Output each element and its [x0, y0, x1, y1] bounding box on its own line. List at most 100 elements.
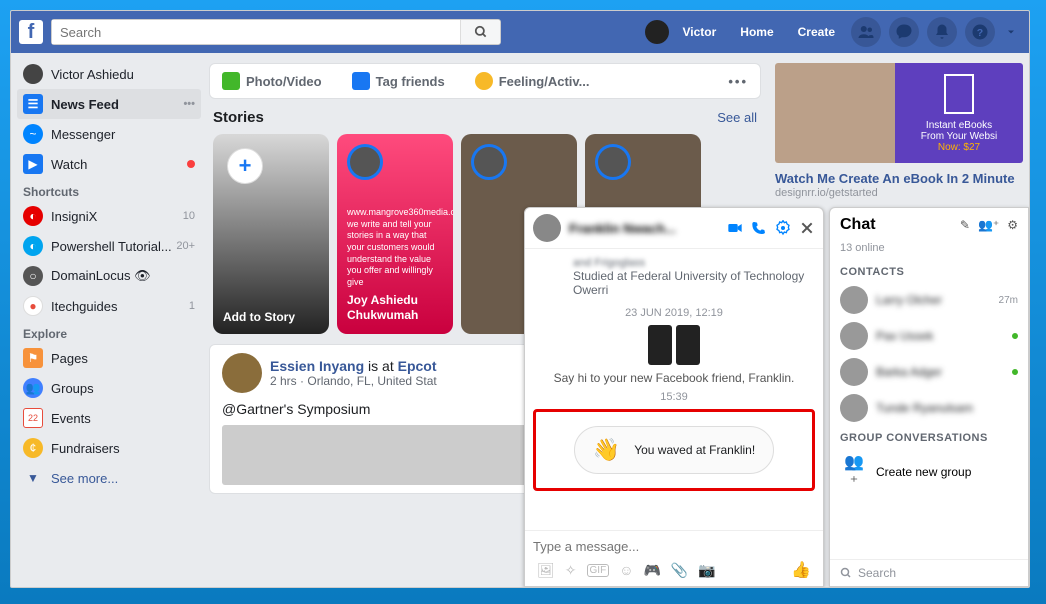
- online-dot: [1012, 369, 1018, 375]
- wave-text: You waved at Franklin!: [634, 443, 755, 457]
- create-group-button[interactable]: 👥⁺ Create new group: [830, 448, 1028, 496]
- gif-button[interactable]: GIF: [587, 564, 610, 577]
- story-avatar: [595, 144, 631, 180]
- online-count: 13 online: [830, 242, 1028, 260]
- see-all-stories-link[interactable]: See all: [717, 110, 757, 125]
- user-avatar[interactable]: [645, 20, 669, 44]
- new-group-button[interactable]: 👥⁺: [978, 218, 999, 232]
- composer-label: Feeling/Activ...: [499, 74, 590, 89]
- explore-groups[interactable]: 👥 Groups: [17, 373, 201, 403]
- shortcut-powershell[interactable]: ◐ Powershell Tutorial... 20+: [17, 231, 201, 261]
- camera-button[interactable]: 📷: [698, 562, 715, 579]
- contact-item[interactable]: Barka Adger: [830, 354, 1028, 390]
- chatbar-title: Chat: [840, 216, 960, 234]
- sidebar-item-label: See more...: [51, 471, 118, 486]
- count-badge: 1: [189, 300, 195, 312]
- profile-name-label: Victor Ashiedu: [51, 67, 134, 82]
- sidebar-messenger[interactable]: ~ Messenger: [17, 119, 201, 149]
- sidebar-watch[interactable]: ▶ Watch: [17, 149, 201, 179]
- chat-friend-avatars: [533, 325, 815, 365]
- stories-title: Stories: [213, 109, 264, 126]
- explore-events[interactable]: 22 Events: [17, 403, 201, 433]
- composer-more-button[interactable]: •••: [728, 74, 748, 89]
- see-more-link[interactable]: ▼ See more...: [17, 463, 201, 493]
- stories-header: Stories See all: [209, 109, 761, 126]
- photo-button[interactable]: 🖼: [537, 562, 555, 579]
- search-input[interactable]: [52, 20, 460, 44]
- contact-item[interactable]: Tunde Ryanulsam: [830, 390, 1028, 426]
- shortcut-itechguides[interactable]: ● Itechguides 1: [17, 291, 201, 321]
- post-author-avatar[interactable]: [222, 353, 262, 393]
- close-chat-button[interactable]: [799, 220, 815, 236]
- post-author-link[interactable]: Essien Inyang: [270, 358, 364, 374]
- home-link[interactable]: Home: [730, 25, 783, 39]
- friend-requests-button[interactable]: [851, 17, 881, 47]
- composer-label: Tag friends: [376, 74, 445, 89]
- profile-avatar-icon: [23, 64, 43, 84]
- chat-window: Franklin Nwach... and Frigoglass Studied…: [524, 207, 824, 587]
- messenger-button[interactable]: [889, 17, 919, 47]
- chat-search[interactable]: Search: [830, 559, 1028, 586]
- chat-contact-name: Franklin Nwach...: [569, 221, 727, 236]
- facebook-logo[interactable]: f: [19, 20, 43, 44]
- sidebar-profile[interactable]: Victor Ashiedu: [17, 59, 201, 89]
- sidebar-news-feed[interactable]: ☰ News Feed •••: [17, 89, 201, 119]
- contact-item[interactable]: Pax Ussek: [830, 318, 1028, 354]
- shortcut-insignix[interactable]: ◐ InsigniX 10: [17, 201, 201, 231]
- games-button[interactable]: 🎮: [643, 562, 660, 579]
- chat-profile-info: and Frigoglass Studied at Federal Univer…: [533, 257, 815, 297]
- chat-header[interactable]: Franklin Nwach...: [525, 208, 823, 249]
- settings-button[interactable]: ⚙: [1007, 218, 1018, 232]
- user-name-link[interactable]: Victor: [673, 25, 727, 39]
- explore-pages[interactable]: ⚑ Pages: [17, 343, 201, 373]
- chat-settings-button[interactable]: [775, 220, 791, 236]
- chat-input-area: 🖼 ✧ GIF ☺ 🎮 📎 📷 👍: [525, 530, 823, 586]
- post-place-link[interactable]: Epcot: [398, 358, 437, 374]
- add-to-story[interactable]: + Add to Story: [213, 134, 329, 334]
- calendar-icon: 22: [23, 408, 43, 428]
- create-link[interactable]: Create: [788, 25, 845, 39]
- ad-title-link[interactable]: Watch Me Create An eBook In 2 Minute: [775, 171, 1023, 187]
- tag-friends-button[interactable]: Tag friends: [352, 72, 445, 90]
- story-text: www.mangrove360media.com we write and te…: [347, 207, 443, 289]
- attach-button[interactable]: 📎: [671, 562, 688, 579]
- sidebar-item-label: News Feed: [51, 97, 119, 112]
- coin-icon: ¢: [23, 438, 43, 458]
- chat-contact-avatar: [533, 214, 561, 242]
- feeling-activity-button[interactable]: Feeling/Activ...: [475, 72, 590, 90]
- story-item[interactable]: www.mangrove360media.com we write and te…: [337, 134, 453, 334]
- watch-icon: ▶: [23, 154, 43, 174]
- shortcut-domainlocus[interactable]: ○ DomainLocus 👁: [17, 261, 201, 291]
- contact-name-label: Barka Adger: [876, 365, 1004, 379]
- search-button[interactable]: [460, 20, 500, 44]
- account-dropdown[interactable]: [1001, 26, 1021, 38]
- story-avatar: [347, 144, 383, 180]
- count-badge: 10: [183, 210, 195, 222]
- sticker-button[interactable]: ✧: [565, 562, 577, 579]
- emoji-button[interactable]: ☺: [619, 562, 633, 578]
- chat-messages[interactable]: and Frigoglass Studied at Federal Univer…: [525, 249, 823, 530]
- video-call-button[interactable]: [727, 220, 743, 236]
- notifications-button[interactable]: [927, 17, 957, 47]
- thumbs-up-button[interactable]: 👍: [791, 560, 811, 580]
- create-group-label: Create new group: [876, 465, 971, 479]
- compose-button[interactable]: ✎: [960, 218, 970, 232]
- contact-avatar: [840, 286, 868, 314]
- photo-video-button[interactable]: Photo/Video: [222, 72, 322, 90]
- contact-name-label: Larry Olcher: [876, 293, 991, 307]
- ad-domain: designrr.io/getstarted: [775, 187, 1023, 199]
- newsfeed-icon: ☰: [23, 94, 43, 114]
- sidebar-item-label: DomainLocus 👁: [51, 268, 151, 284]
- topbar-right: Victor Home Create ?: [635, 17, 1022, 47]
- shortcuts-heading: Shortcuts: [17, 179, 201, 201]
- options-icon[interactable]: •••: [183, 98, 195, 110]
- help-button[interactable]: ?: [965, 17, 995, 47]
- topbar: f Victor Home Create ?: [11, 11, 1029, 53]
- voice-call-button[interactable]: [751, 220, 767, 236]
- explore-fundraisers[interactable]: ¢ Fundraisers: [17, 433, 201, 463]
- contact-avatar: [840, 322, 868, 350]
- shortcut-icon: ◐: [23, 206, 43, 226]
- chat-message-input[interactable]: [533, 535, 815, 558]
- contact-item[interactable]: Larry Olcher 27m: [830, 282, 1028, 318]
- sponsored-ad[interactable]: Instant eBooks From Your Websi Now: $27: [775, 63, 1023, 163]
